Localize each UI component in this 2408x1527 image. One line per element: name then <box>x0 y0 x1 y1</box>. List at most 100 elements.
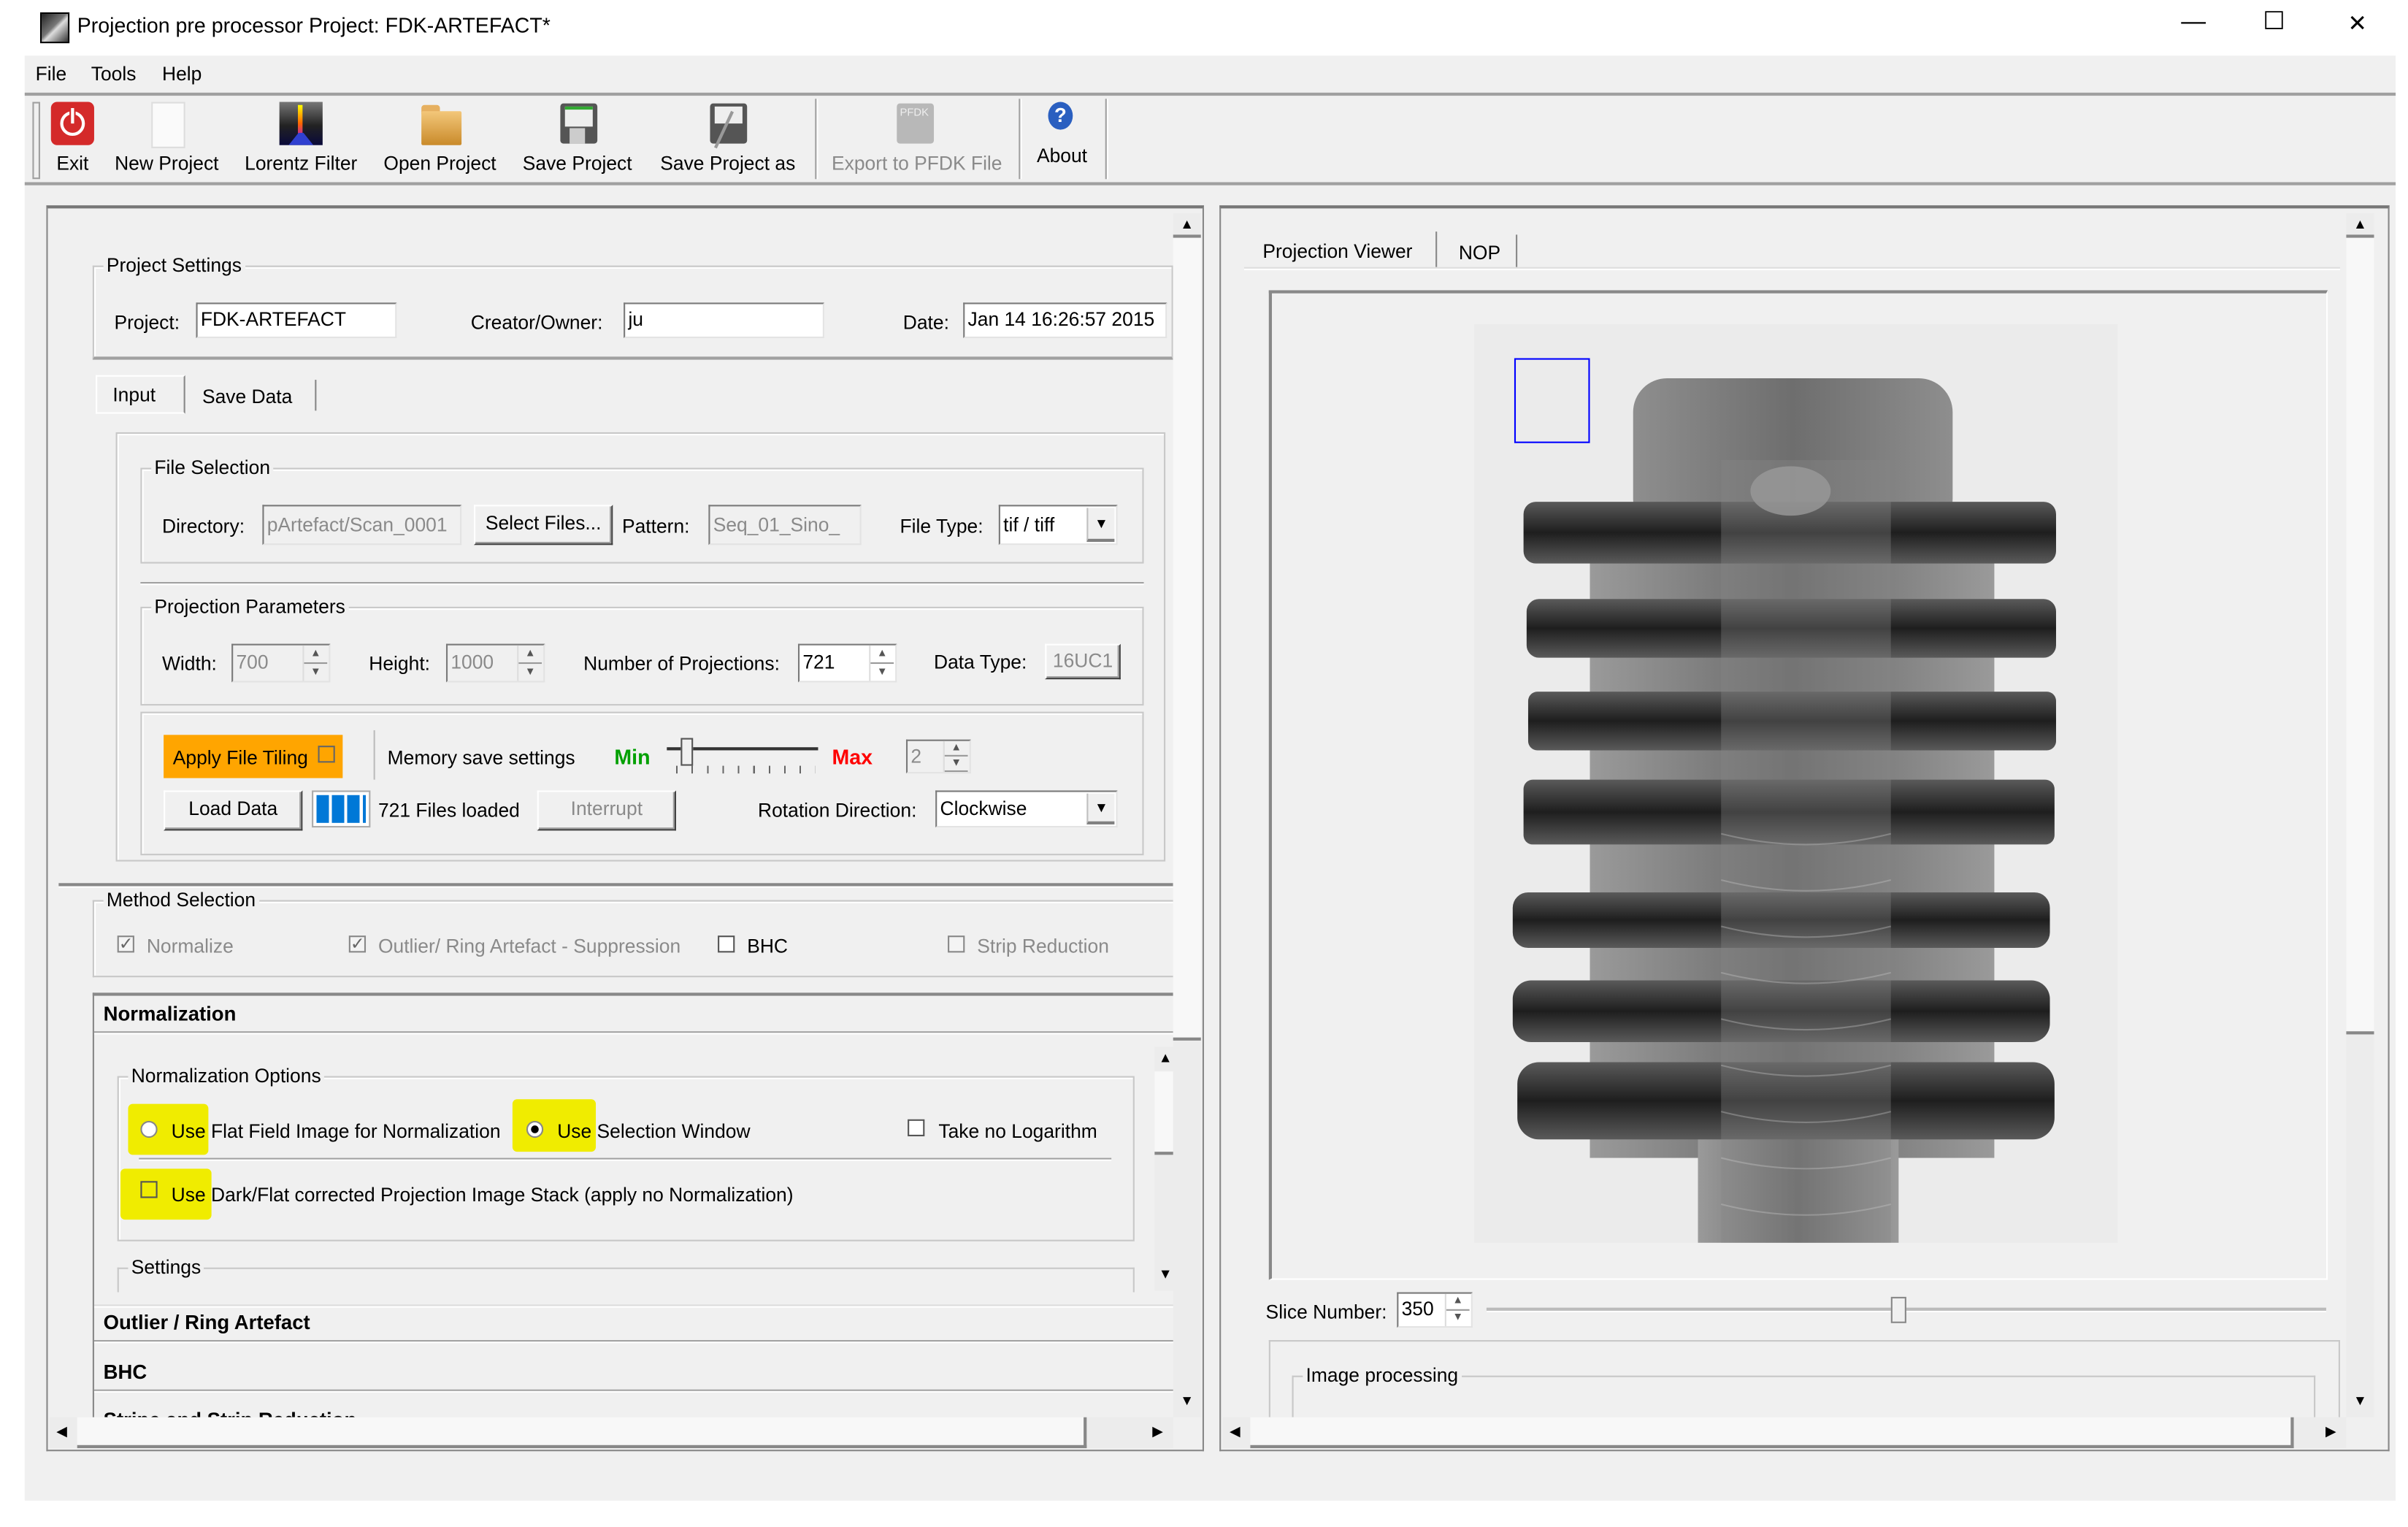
spinner-arrows-icon[interactable]: ▲ ▼ <box>517 645 542 681</box>
save-project-as-label: Save Project as <box>660 153 796 175</box>
radio-button[interactable] <box>526 1120 544 1138</box>
take-no-logarithm-checkbox[interactable]: Take no Logarithm <box>908 1119 1108 1144</box>
save-project-as-button[interactable]: Save Project as <box>654 96 801 182</box>
use-dark-flat-label: Use Dark/Flat corrected Projection Image… <box>171 1184 794 1206</box>
export-pfdk-icon-text: PFDK <box>900 107 929 119</box>
menu-help[interactable]: Help <box>162 64 202 85</box>
num-projections-spinner[interactable]: 721 ▲ ▼ <box>797 643 897 683</box>
tab-projection-viewer[interactable]: Projection Viewer <box>1247 231 1438 267</box>
date-input[interactable]: Jan 14 16:26:57 2015 <box>963 302 1167 338</box>
separator <box>373 730 375 780</box>
project-name-input[interactable]: FDK-ARTEFACT <box>196 302 397 338</box>
rotation-direction-select[interactable]: Clockwise ▼ <box>935 790 1118 828</box>
export-pfdk-icon: PFDK <box>897 103 935 144</box>
projection-image[interactable] <box>1473 324 2118 1243</box>
divider <box>93 1304 1175 1308</box>
min-label: Min <box>614 746 651 769</box>
exit-button[interactable]: Exit <box>46 96 99 182</box>
open-project-button[interactable]: Open Project <box>378 96 502 182</box>
right-horizontal-scrollbar[interactable]: ◀ ▶ <box>1222 1417 2347 1449</box>
outlier-ring-header[interactable]: Outlier / Ring Artefact <box>104 1312 310 1334</box>
spinner-arrows-icon[interactable]: ▲ ▼ <box>943 740 968 773</box>
tab-input[interactable]: Input <box>96 375 185 414</box>
pattern-input[interactable]: Seq_01_Sino_ <box>708 505 862 546</box>
apply-file-tiling-box[interactable] <box>318 746 335 763</box>
bhc-checkbox[interactable]: BHC <box>718 934 810 959</box>
tab-nop[interactable]: NOP <box>1437 234 1518 267</box>
radio-button[interactable] <box>140 1120 158 1138</box>
lorentz-filter-icon <box>279 102 323 145</box>
scrollbar-thumb[interactable] <box>77 1417 1087 1449</box>
tab-save-data[interactable]: Save Data <box>184 380 317 411</box>
menu-file[interactable]: File <box>36 64 67 85</box>
file-type-select[interactable]: tif / tiff ▼ <box>998 505 1118 546</box>
chevron-down-icon: ▼ <box>1086 793 1115 824</box>
select-files-button[interactable]: Select Files... <box>474 505 613 546</box>
scrollbar-thumb[interactable] <box>1173 234 1201 1041</box>
progress-fill <box>316 795 367 823</box>
scroll-left-icon[interactable]: ◀ <box>1226 1423 1244 1440</box>
normalize-checkbox: ✓ Normalize <box>117 934 256 959</box>
creator-label: Creator/Owner: <box>470 312 603 334</box>
maximize-button[interactable]: ☐ <box>2263 10 2285 35</box>
menu-tools[interactable]: Tools <box>91 64 137 85</box>
checkbox-box[interactable] <box>908 1119 925 1136</box>
floppy-disk-pen-icon <box>710 103 748 149</box>
width-spinner[interactable]: 700 ▲ ▼ <box>231 643 331 683</box>
creator-input[interactable]: ju <box>624 302 824 338</box>
scroll-down-icon[interactable]: ▼ <box>1173 1393 1201 1408</box>
normalization-header[interactable]: Normalization <box>104 1003 237 1025</box>
scroll-down-icon[interactable]: ▼ <box>2346 1393 2374 1408</box>
apply-file-tiling-checkbox[interactable]: Apply File Tiling <box>164 735 343 778</box>
use-selection-window-radio[interactable]: Use Selection Window <box>526 1120 758 1144</box>
scroll-right-icon[interactable]: ▶ <box>1149 1423 1167 1440</box>
save-project-label: Save Project <box>522 153 632 175</box>
app-icon <box>39 12 70 44</box>
save-project-button[interactable]: Save Project <box>515 96 639 182</box>
scroll-up-icon[interactable]: ▲ <box>1173 216 1201 231</box>
directory-input[interactable]: pArtefact/Scan_0001 <box>262 505 462 546</box>
left-horizontal-scrollbar[interactable]: ◀ ▶ <box>49 1417 1173 1449</box>
slider-ticks <box>675 765 816 774</box>
new-project-button[interactable]: New Project <box>108 96 226 182</box>
new-document-icon <box>151 102 185 148</box>
slider-thumb[interactable] <box>680 738 694 766</box>
divider <box>93 1389 1175 1393</box>
slice-slider[interactable] <box>1486 1294 2326 1325</box>
checkbox-box[interactable] <box>140 1181 158 1198</box>
spinner-arrows-icon[interactable]: ▲ ▼ <box>1444 1293 1470 1327</box>
scroll-left-icon[interactable]: ◀ <box>53 1423 71 1440</box>
use-dark-flat-checkbox[interactable]: Use Dark/Flat corrected Projection Image… <box>140 1181 819 1206</box>
left-vertical-scrollbar[interactable]: ▲ ▼ <box>1173 213 1201 1417</box>
right-vertical-scrollbar[interactable]: ▲ ▼ <box>2346 213 2374 1417</box>
spinner-arrows-icon[interactable]: ▲ ▼ <box>302 645 328 681</box>
slice-number-spinner[interactable]: 350 ▲ ▼ <box>1397 1292 1473 1328</box>
scroll-right-icon[interactable]: ▶ <box>2322 1423 2340 1440</box>
project-settings-title: Project Settings <box>103 254 245 277</box>
open-project-label: Open Project <box>383 153 496 175</box>
load-data-button[interactable]: Load Data <box>164 790 303 831</box>
strip-reduction-checkbox: Strip Reduction <box>948 934 1133 959</box>
memory-slider[interactable] <box>667 735 818 778</box>
selection-window-rect[interactable] <box>1514 358 1590 443</box>
scrollbar-thumb[interactable] <box>1250 1417 2294 1449</box>
about-button[interactable]: ? About <box>1025 96 1099 182</box>
minimize-button[interactable]: — <box>2181 10 2206 35</box>
checkbox-box[interactable] <box>718 935 735 953</box>
height-spinner[interactable]: 1000 ▲ ▼ <box>445 643 545 683</box>
slider-thumb[interactable] <box>1890 1296 1906 1323</box>
projection-parameters-title: Projection Parameters <box>151 596 349 618</box>
scroll-up-icon[interactable]: ▲ <box>2346 216 2374 231</box>
use-flat-field-radio[interactable]: Use Flat Field Image for Normalization <box>140 1120 510 1144</box>
stripe-reduction-header[interactable]: Stripe and Strip Reduction <box>104 1409 357 1417</box>
scrollbar-thumb[interactable] <box>2346 234 2374 1035</box>
bhc-header[interactable]: BHC <box>104 1361 147 1384</box>
file-type-value: tif / tiff <box>1003 513 1055 536</box>
close-button[interactable]: ✕ <box>2348 12 2368 36</box>
spinner-arrows-icon[interactable]: ▲ ▼ <box>869 645 894 681</box>
toolbar-grip[interactable] <box>32 102 40 180</box>
menu-bar: File Tools Help <box>24 56 2396 96</box>
lorentz-filter-button[interactable]: Lorentz Filter <box>239 96 363 182</box>
file-type-label: File Type: <box>900 516 983 537</box>
memory-value-spinner[interactable]: 2 ▲ ▼ <box>905 739 971 774</box>
